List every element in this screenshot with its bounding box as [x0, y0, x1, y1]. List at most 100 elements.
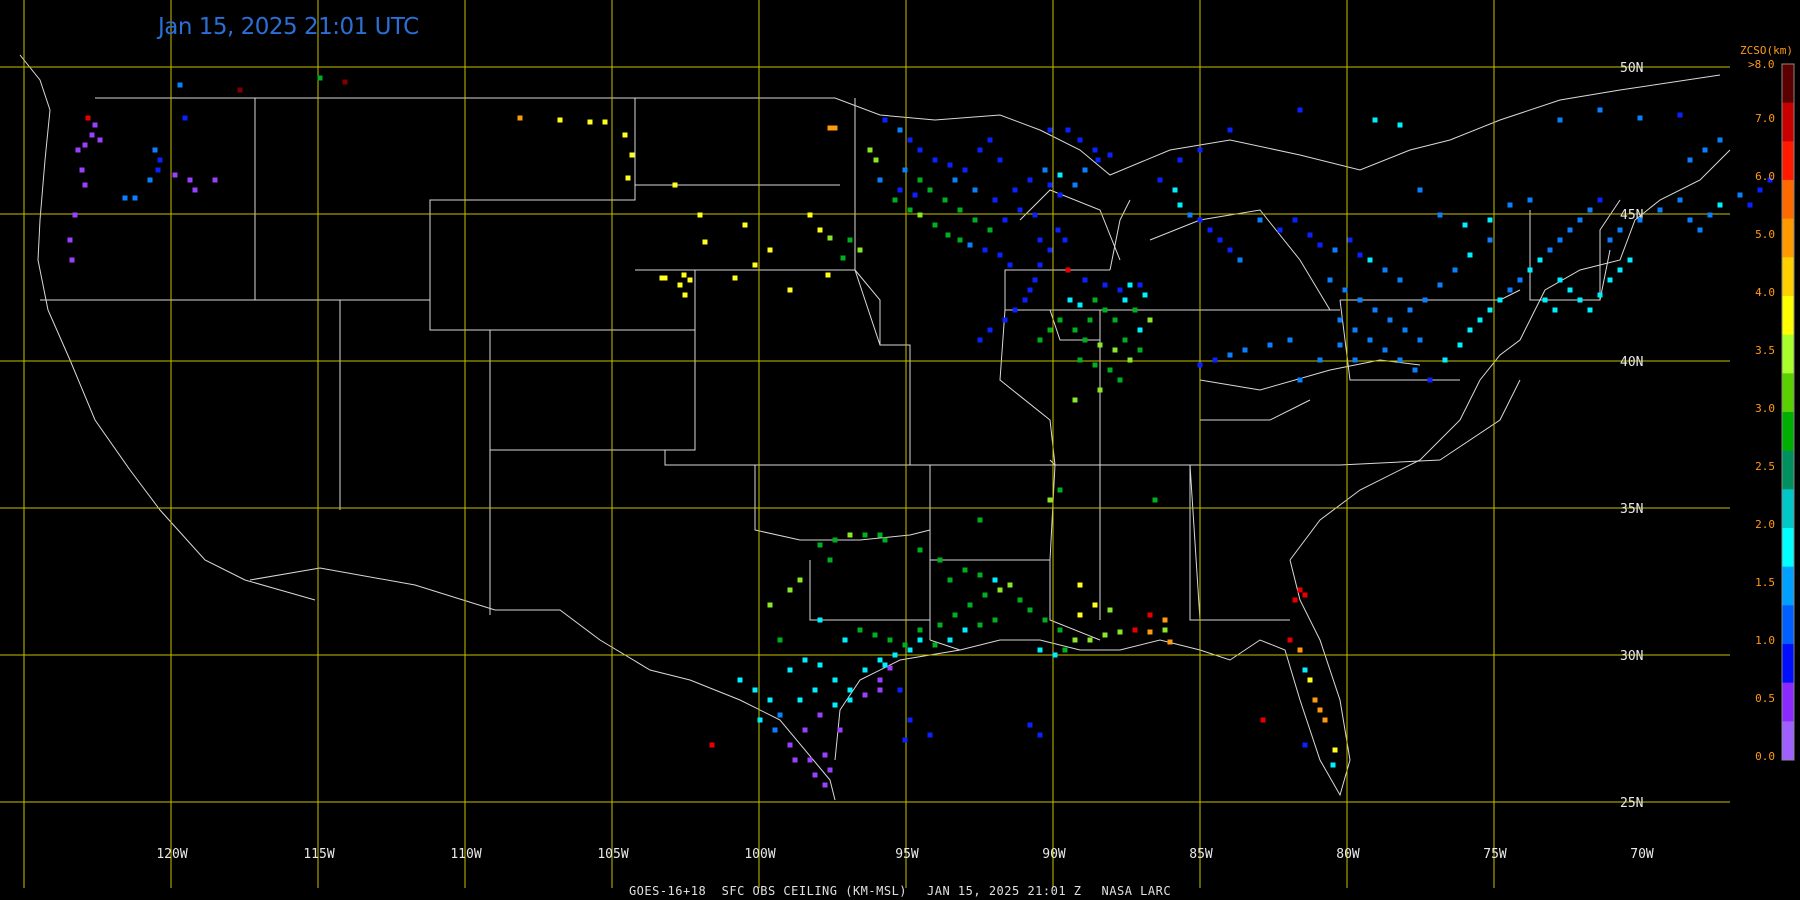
- observation-point: [1347, 237, 1353, 243]
- observation-point: [862, 532, 868, 538]
- latitude-label: 30N: [1620, 649, 1643, 664]
- observation-point: [1047, 327, 1053, 333]
- observation-point: [1057, 317, 1063, 323]
- observation-point: [1027, 722, 1033, 728]
- observation-point: [752, 262, 758, 268]
- observation-point: [1507, 202, 1513, 208]
- observation-point: [1097, 342, 1103, 348]
- observation-point: [1077, 137, 1083, 143]
- observation-point: [887, 637, 893, 643]
- observation-point: [67, 237, 73, 243]
- observation-point: [1057, 172, 1063, 178]
- observation-point: [1717, 137, 1723, 143]
- observation-point: [1092, 602, 1098, 608]
- longitude-label: 100W: [744, 847, 775, 862]
- observation-point: [787, 667, 793, 673]
- observation-point: [807, 212, 813, 218]
- legend-tick: 7.0: [1755, 112, 1775, 125]
- observation-point: [1342, 287, 1348, 293]
- observation-point: [937, 557, 943, 563]
- observation-point: [902, 642, 908, 648]
- observation-point: [1092, 147, 1098, 153]
- observation-point: [742, 222, 748, 228]
- observation-point: [1227, 352, 1233, 358]
- observation-point: [827, 125, 833, 131]
- observation-point: [1162, 617, 1168, 623]
- observation-point: [897, 127, 903, 133]
- observation-point: [1007, 582, 1013, 588]
- observation-point: [987, 137, 993, 143]
- observation-point: [1117, 287, 1123, 293]
- observation-point: [812, 687, 818, 693]
- observation-point: [1312, 697, 1318, 703]
- observation-point: [1107, 607, 1113, 613]
- observation-point: [1382, 267, 1388, 273]
- observation-point: [997, 587, 1003, 593]
- observation-point: [1017, 207, 1023, 213]
- observation-point: [767, 602, 773, 608]
- observation-point: [1297, 587, 1303, 593]
- observation-point: [1607, 237, 1613, 243]
- observation-point: [1062, 237, 1068, 243]
- observation-point: [587, 119, 593, 125]
- observation-point: [992, 617, 998, 623]
- observation-point: [1567, 227, 1573, 233]
- observation-point: [1027, 177, 1033, 183]
- observation-point: [1087, 637, 1093, 643]
- observation-point: [787, 742, 793, 748]
- observation-point: [817, 617, 823, 623]
- observation-point: [1077, 612, 1083, 618]
- observation-point: [1637, 115, 1643, 121]
- observation-point: [1307, 677, 1313, 683]
- observation-point: [917, 147, 923, 153]
- observation-point: [1407, 307, 1413, 313]
- observation-point: [1467, 327, 1473, 333]
- observation-point: [1102, 307, 1108, 313]
- legend-swatch: [1782, 64, 1794, 104]
- observation-point: [1317, 357, 1323, 363]
- observation-point: [1187, 212, 1193, 218]
- observation-point: [1242, 347, 1248, 353]
- observation-point: [1257, 217, 1263, 223]
- observation-point: [1402, 327, 1408, 333]
- observation-point: [1352, 357, 1358, 363]
- observation-point: [1467, 252, 1473, 258]
- observation-point: [802, 657, 808, 663]
- observation-point: [1577, 297, 1583, 303]
- observation-point: [1717, 202, 1723, 208]
- observation-point: [1457, 342, 1463, 348]
- observation-point: [1062, 647, 1068, 653]
- observation-point: [1217, 237, 1223, 243]
- observation-point: [1057, 627, 1063, 633]
- ceiling-map: 120W 115W 110W 105W 100W 95W 90W 85W 80W 75W 70W 5…: [0, 0, 1795, 888]
- observation-point: [1422, 297, 1428, 303]
- observation-point: [1117, 629, 1123, 635]
- observation-point: [155, 167, 161, 173]
- legend-swatch: [1782, 489, 1794, 529]
- legend-tick-labels: 7.0 6.0 5.0 4.0 3.5 3.0 2.5 2.0 1.5 1.0 0.5 0.0: [1755, 112, 1775, 763]
- observation-point: [1292, 217, 1298, 223]
- observation-point: [1372, 117, 1378, 123]
- observation-point: [1127, 357, 1133, 363]
- legend-swatch: [1782, 296, 1794, 336]
- observation-point: [212, 177, 218, 183]
- observation-point: [1627, 257, 1633, 263]
- observation-point: [1552, 307, 1558, 313]
- ceiling-color-legend: ZCSO(km) >8.0 7.0 6.0 5.0 4.0 3.5 3.0 2.5 2.0 1.…: [1740, 44, 1795, 763]
- observation-point: [962, 167, 968, 173]
- observation-point: [1357, 252, 1363, 258]
- observation-point: [1067, 297, 1073, 303]
- observation-point: [1267, 342, 1273, 348]
- legend-tick: 2.0: [1755, 518, 1775, 531]
- observation-point: [92, 122, 98, 128]
- observation-point: [1122, 337, 1128, 343]
- observation-point: [1097, 387, 1103, 393]
- observation-point: [1147, 317, 1153, 323]
- observation-point: [1587, 307, 1593, 313]
- observation-point: [1065, 127, 1071, 133]
- observation-point: [977, 147, 983, 153]
- lat-lon-grid: [0, 0, 1730, 888]
- observation-point: [952, 177, 958, 183]
- observation-point: [927, 732, 933, 738]
- observation-point: [1702, 147, 1708, 153]
